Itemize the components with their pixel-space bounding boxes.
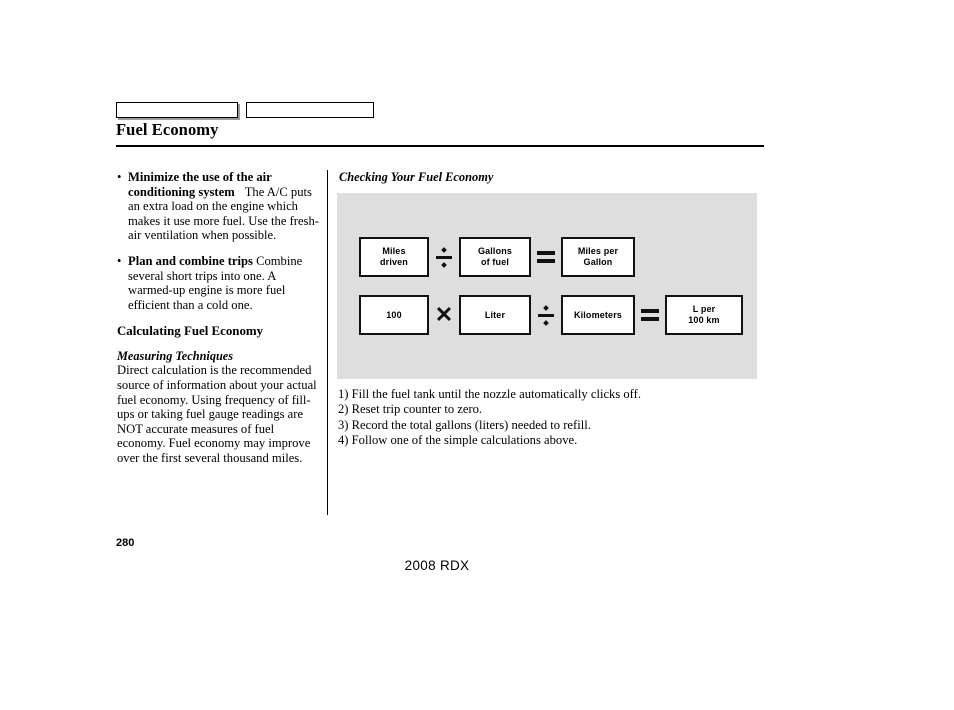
divide-icon (531, 295, 561, 335)
formula-term-box: Liter (459, 295, 531, 335)
formula-term-box: Kilometers (561, 295, 635, 335)
footer-model: 2008 RDX (404, 558, 470, 573)
page-number: 280 (116, 537, 135, 549)
title-rule (116, 145, 764, 147)
left-column: • Minimize the use of the air conditioni… (117, 170, 319, 466)
bullet-item: • Minimize the use of the air conditioni… (117, 170, 319, 243)
divide-icon (429, 237, 459, 277)
formula-term-box: L per 100 km (665, 295, 743, 335)
manual-page: Fuel Economy • Minimize the use of the a… (0, 0, 954, 710)
formula-term-box: Miles driven (359, 237, 429, 277)
right-column: Checking Your Fuel Economy Miles driven Ga… (337, 170, 761, 449)
subsection-heading: Measuring Techniques (117, 349, 234, 364)
formula-term-box: Miles per Gallon (561, 237, 635, 277)
equals-icon (531, 237, 561, 277)
bullet-item: • Plan and combine trips Combine several… (117, 254, 319, 312)
tab-row (116, 102, 776, 120)
section-heading: Calculating Fuel Economy (117, 324, 264, 339)
formula-row-mpg: Miles driven Gallons of fuel Miles per Gallon (359, 237, 635, 277)
figure-heading: Checking Your Fuel Economy (339, 170, 494, 184)
tab-box-primary[interactable] (116, 102, 238, 118)
bullet-marker: • (117, 170, 122, 184)
column-divider (327, 170, 328, 515)
tab-box-secondary[interactable] (246, 102, 374, 118)
steps-list: 1) Fill the fuel tank until the nozzle a… (338, 387, 761, 449)
step-line: 4) Follow one of the simple calculations… (338, 433, 578, 448)
step-line: 1) Fill the fuel tank until the nozzle a… (338, 387, 641, 401)
formula-term-box: Gallons of fuel (459, 237, 531, 277)
multiply-icon: ✕ (434, 302, 454, 327)
step-line: 3) Record the total gallons (liters) nee… (338, 417, 591, 432)
bullet-marker: • (117, 253, 122, 268)
bullet-lead-in: Plan and combine trips (128, 253, 253, 268)
page-title: Fuel Economy (116, 120, 219, 139)
formula-row-l100km: 100 ✕ Liter Kilometers L per 100 km (359, 295, 743, 335)
step-line: 2) Reset trip counter to zero. (338, 402, 483, 417)
formula-diagram-panel: Miles driven Gallons of fuel Miles per Gallon… (337, 193, 757, 379)
equals-icon (635, 295, 665, 335)
body-paragraph: Direct calculation is the recommended so… (117, 363, 317, 465)
formula-term-box: 100 (359, 295, 429, 335)
